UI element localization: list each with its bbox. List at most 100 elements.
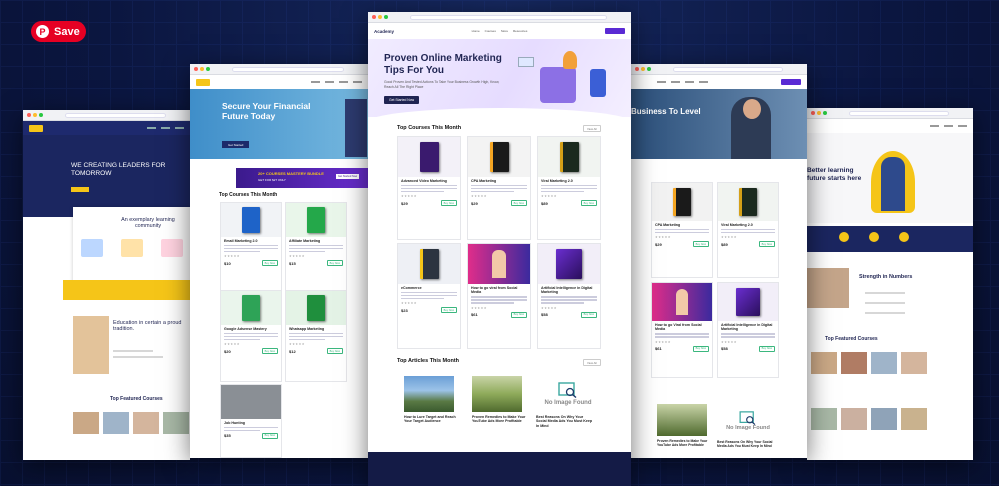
course-card[interactable]: Job Hunting $35 Buy Now: [220, 384, 282, 458]
course-card[interactable]: How to go viral from Social Media ★★★★★ …: [467, 243, 531, 349]
preview-window-finance: Secure Your Financial Future Today Get S…: [190, 64, 368, 458]
site-navbar: [631, 75, 807, 89]
buy-now-button[interactable]: Buy Now: [510, 311, 527, 318]
article-image[interactable]: [472, 376, 522, 412]
course-card[interactable]: Affiliate Marketing ★★★★★ $15 Buy Now: [285, 202, 347, 294]
course-thumb: [163, 412, 189, 434]
course-thumb: [841, 352, 867, 374]
site-navbar: [23, 121, 190, 135]
hero-section: Better learning future starts here: [807, 133, 973, 223]
course-thumb: [811, 352, 837, 374]
section-title: An exemplary learning community: [121, 217, 175, 229]
site-navbar: [190, 75, 368, 89]
hero-title: Secure Your Financial Future Today: [222, 101, 311, 121]
hero-section: Proven Online Marketing Tips For You Goo…: [368, 39, 631, 117]
article-title[interactable]: Proven Remedies to Make Your YouTube Ads…: [657, 439, 713, 448]
illustration-3: [161, 239, 183, 257]
course-card[interactable]: Artificial Intelligence in Digital Marke…: [537, 243, 601, 349]
buy-now-button[interactable]: Buy Now: [440, 200, 457, 207]
nav-cta-button[interactable]: [605, 28, 625, 34]
course-card[interactable]: Advanced Video Marketing ★★★★★ $29 Buy No…: [397, 136, 461, 240]
buy-now-button[interactable]: Buy Now: [440, 307, 457, 314]
hero-button[interactable]: [71, 187, 89, 192]
students-photo: [807, 268, 849, 308]
courses-title: Top Courses This Month: [397, 125, 462, 131]
featured-title: Top Featured Courses: [110, 396, 163, 402]
course-thumb: [871, 352, 897, 374]
courses-title: Top Courses This Month: [219, 192, 278, 198]
buy-now-button[interactable]: Buy Now: [580, 311, 597, 318]
hero-section: Business To Level: [631, 89, 807, 159]
window-chrome: [23, 110, 190, 121]
article-title[interactable]: Best Reasons On Why Your Social Media Ad…: [536, 415, 594, 428]
get-started-button[interactable]: Get Started Now: [384, 96, 420, 104]
preview-window-business: Business To Level CPA Marketing ★★★★★ $2…: [631, 64, 807, 458]
nav-home[interactable]: Home: [472, 29, 480, 33]
nav-resources[interactable]: Resources: [513, 29, 527, 33]
article-image[interactable]: [657, 404, 707, 436]
buy-now-button[interactable]: Buy Now: [510, 200, 527, 207]
course-thumb: [841, 408, 867, 430]
save-label: Save: [54, 25, 80, 38]
site-navbar: [807, 119, 973, 133]
view-all-articles-button[interactable]: View All: [583, 359, 601, 366]
course-card[interactable]: How to go Viral from Social Media ★★★★★ …: [651, 282, 713, 378]
window-chrome: [631, 64, 807, 75]
article-placeholder-image[interactable]: No Image Found: [536, 376, 600, 412]
pinterest-save-button[interactable]: P Save: [31, 21, 86, 42]
course-thumb: [901, 352, 927, 374]
hero-subtitle: Good Proven And Tested Actions To Take Y…: [384, 80, 500, 89]
course-card[interactable]: Viral Marketing 2.0 ★★★★★ $89 Buy Now: [537, 136, 601, 240]
image-placeholder-icon: [739, 411, 756, 425]
course-cover: [489, 142, 509, 172]
hero-title: Business To Level: [631, 107, 701, 116]
course-card[interactable]: CPA Marketing ★★★★★ $29 Buy Now: [467, 136, 531, 240]
hero-person-face: [743, 99, 761, 119]
article-title[interactable]: Proven Remedies to Make Your YouTube Ads…: [472, 415, 528, 424]
stats-strip: [63, 280, 190, 300]
hero-illustration: [540, 67, 576, 103]
course-cover: [556, 249, 582, 279]
nav-courses[interactable]: Courses: [485, 29, 496, 33]
window-chrome: [190, 64, 368, 75]
article-image[interactable]: [404, 376, 454, 412]
nav-store[interactable]: Store: [501, 29, 508, 33]
course-card[interactable]: Whatsapp Marketing ★★★★★ $12 Buy Now: [285, 290, 347, 382]
course-card[interactable]: Email Marketing 2.0 ★★★★★ $10 Buy Now: [220, 202, 282, 294]
site-footer: [368, 452, 631, 486]
course-photo: [492, 250, 506, 278]
illustration-1: [81, 239, 103, 257]
course-card[interactable]: Google Adsense Mastery ★★★★★ $20 Buy Now: [220, 290, 282, 382]
education-title: Education in certain a proud tradition.: [113, 320, 182, 332]
strength-title: Strength in Numbers: [859, 274, 913, 280]
hero-button[interactable]: Get Started: [222, 141, 250, 148]
course-card[interactable]: CPA Marketing ★★★★★ $29 Buy Now: [651, 182, 713, 278]
course-card[interactable]: Viral Marketing 2.0 ★★★★★ $89 Buy Now: [717, 182, 779, 278]
brand-logo[interactable]: Academy: [374, 29, 394, 34]
window-chrome: [368, 12, 631, 23]
buy-now-button[interactable]: Buy Now: [580, 200, 597, 207]
course-card[interactable]: Artificial Intelligence in Digital Marke…: [717, 282, 779, 378]
course-cover: [559, 142, 579, 172]
hero-title: Proven Online Marketing Tips For You: [384, 53, 502, 76]
community-panel: An exemplary learning community: [73, 207, 190, 287]
site-navbar: Academy Home Courses Store Resources: [368, 23, 631, 39]
image-placeholder-icon: [558, 382, 577, 398]
hero-section: WE CREATING LEADERS FOR TOMORROW: [23, 135, 190, 217]
article-title[interactable]: Best Reasons On Why Your Social Media Ad…: [717, 440, 777, 449]
course-cover: [419, 142, 439, 172]
course-card[interactable]: eCommerce ★★★★★ $23 Buy Now: [397, 243, 461, 349]
featured-title: Top Featured Courses: [825, 336, 878, 342]
course-thumb: [103, 412, 129, 434]
article-placeholder-image[interactable]: No Image Found: [717, 404, 779, 438]
preview-window-leaders: WE CREATING LEADERS FOR TOMORROW An exem…: [23, 110, 190, 460]
hero-person: [345, 99, 367, 157]
course-thumb: [73, 412, 99, 434]
hero-title: Better learning future starts here: [807, 167, 862, 182]
hero-figure: [590, 69, 606, 97]
illustration-2: [121, 239, 143, 257]
hero-figure: [563, 51, 577, 69]
hero-person: [881, 157, 905, 211]
article-title[interactable]: How to Lure Target and Reach Your Target…: [404, 415, 458, 424]
view-all-button[interactable]: View All: [583, 125, 601, 132]
